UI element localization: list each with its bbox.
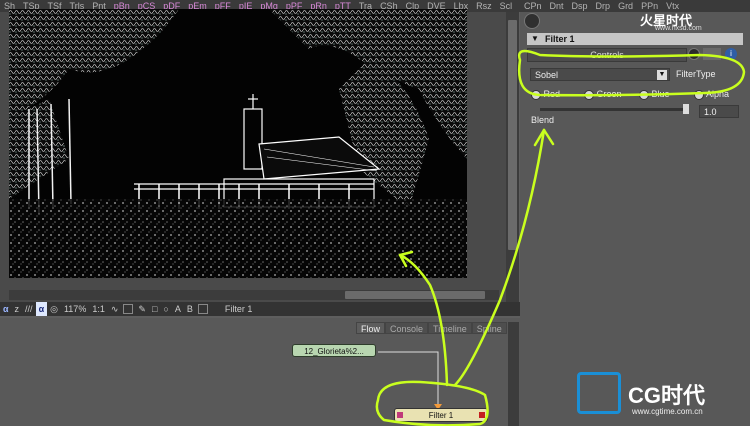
zoom-level[interactable]: 117% <box>61 302 89 316</box>
filter-node-label: Filter 1 <box>428 411 454 420</box>
loader-node[interactable]: 12_Glorieta%2... <box>292 344 376 357</box>
panel-title: Filter 1 <box>545 34 575 44</box>
toolbar-button-rsz[interactable]: Rsz <box>472 0 496 12</box>
filter-type-dropdown[interactable]: Sobel ▼ <box>530 68 670 81</box>
blue-checkbox[interactable]: Blue <box>639 89 670 100</box>
blend-value-field[interactable]: 1.0 <box>699 105 739 118</box>
watermark-top-url: www.hxsd.com <box>655 25 702 32</box>
checkmark-icon <box>531 89 541 100</box>
blend-slider-track[interactable] <box>540 108 688 111</box>
waveform-icon[interactable]: ∿ <box>108 302 122 316</box>
viewer-horizontal-scroll-thumb[interactable] <box>345 291 485 299</box>
panel-toolbar: CPn Dnt Dsp Drp Grd PPn Vtx <box>520 0 750 12</box>
a-icon[interactable]: A <box>172 302 184 316</box>
panel-menu-icon[interactable] <box>524 13 540 29</box>
toolbar-button-grd[interactable]: Grd <box>614 0 637 12</box>
radioactive-icon[interactable] <box>688 48 700 60</box>
sobel-church-image <box>9 9 467 278</box>
rect-icon[interactable]: □ <box>149 302 160 316</box>
toolbar-button-dsp[interactable]: Dsp <box>568 0 592 12</box>
checkmark-icon <box>694 89 704 100</box>
node-input-icon <box>397 412 403 418</box>
checkmark-icon <box>584 89 594 100</box>
lines-icon[interactable]: /// <box>22 302 36 316</box>
ratio-button[interactable]: 1:1 <box>89 302 108 316</box>
blend-slider-handle[interactable] <box>683 104 689 114</box>
toolbar-button-scl[interactable]: Scl <box>496 0 517 12</box>
info-icon[interactable]: i <box>725 48 737 60</box>
viewer-image <box>9 9 467 278</box>
checkmark-icon <box>639 89 649 100</box>
pin-icon[interactable] <box>703 48 721 60</box>
viewer-vertical-scroll-thumb[interactable] <box>508 20 517 250</box>
green-checkbox[interactable]: Green <box>584 89 622 100</box>
circle-icon[interactable]: ○ <box>160 302 171 316</box>
red-checkbox[interactable]: Red <box>531 89 560 100</box>
panel-header[interactable]: ▼ Filter 1 <box>527 33 743 45</box>
grid-icon[interactable] <box>197 304 208 314</box>
toolbar-button-cpn[interactable]: CPn <box>520 0 546 12</box>
watermark-bottom: CG时代 <box>628 383 706 408</box>
collapse-arrow-icon[interactable]: ▼ <box>531 33 539 45</box>
viewer-toolbar: α z /// α ◎ 117% 1:1 ∿ ✎ □ ○ A B Filter … <box>0 302 520 316</box>
viewer-node-label: Filter 1 <box>224 304 253 314</box>
pen-icon[interactable]: ✎ <box>135 302 149 316</box>
z-channel-button[interactable]: z <box>12 302 23 316</box>
alpha-channel-button[interactable]: α <box>0 302 12 316</box>
node-output-icon <box>479 412 485 418</box>
alpha-checkbox[interactable]: Alpha <box>694 89 729 100</box>
dropdown-arrow-icon[interactable]: ▼ <box>657 70 667 80</box>
toolbar-button-drp[interactable]: Drp <box>592 0 615 12</box>
checker-icon[interactable] <box>123 304 134 314</box>
fit-icon[interactable]: ◎ <box>47 302 61 316</box>
b-icon[interactable]: B <box>184 302 196 316</box>
cgtime-logo-icon <box>577 372 621 414</box>
tab-controls[interactable]: Controls <box>527 48 687 62</box>
filter-type-value: Sobel <box>535 70 559 80</box>
filter-node[interactable]: Filter 1 <box>394 408 488 422</box>
alpha-toggle-button[interactable]: α <box>35 302 48 316</box>
blend-label: Blend <box>531 115 555 125</box>
toolbar-button-dnt[interactable]: Dnt <box>546 0 568 12</box>
watermark-bottom-url: www.cgtime.com.cn <box>632 407 703 416</box>
filter-type-label: FilterType <box>676 69 716 79</box>
